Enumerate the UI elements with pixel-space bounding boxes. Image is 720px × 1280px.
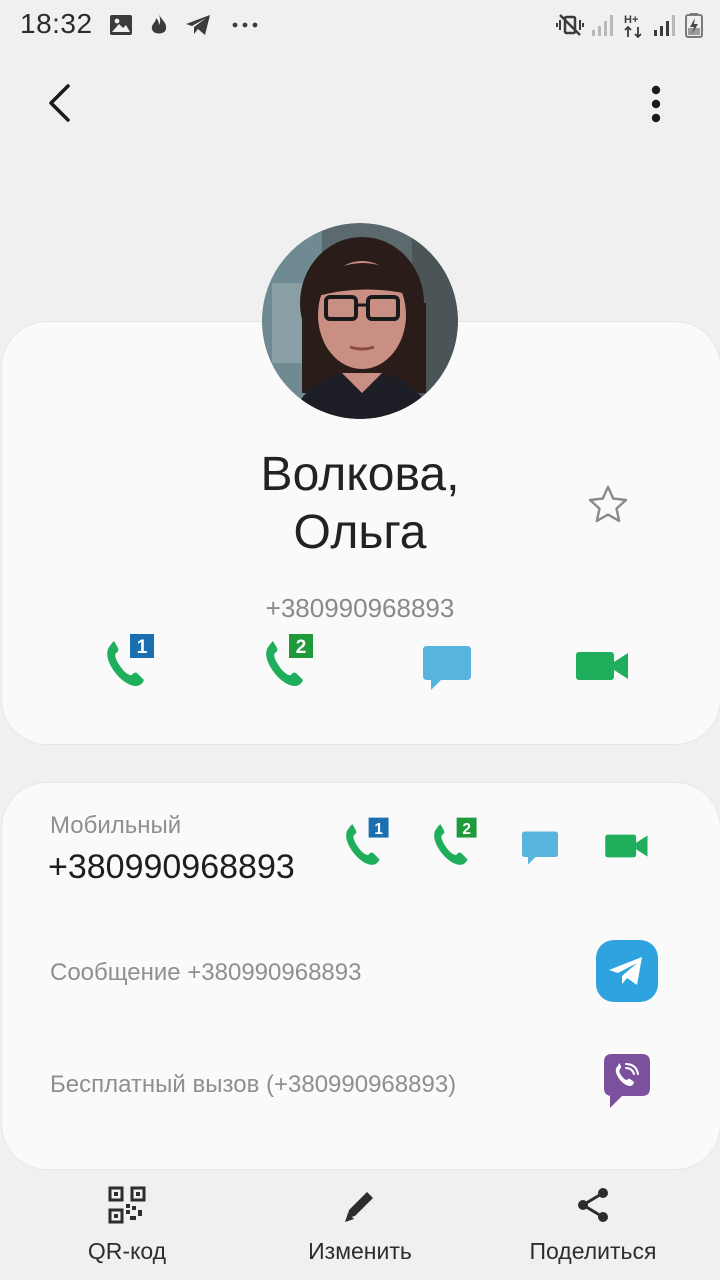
flame-icon — [151, 14, 167, 34]
more-dots-icon — [232, 22, 258, 28]
signal-icon — [592, 15, 613, 36]
contact-avatar[interactable] — [262, 223, 458, 419]
mobile-call-sim1-button[interactable]: 1 — [336, 814, 394, 872]
mobile-message-button[interactable] — [516, 824, 564, 872]
signal-icon — [654, 15, 675, 36]
viber-call-row[interactable]: Бесплатный вызов (+380990968893) — [50, 1071, 456, 1099]
edit-button[interactable]: Изменить — [260, 1178, 460, 1278]
share-label: Поделиться — [529, 1238, 657, 1264]
share-button[interactable]: Поделиться — [493, 1178, 693, 1278]
call-sim1-button[interactable]: 1 — [96, 630, 160, 694]
svg-text:H+: H+ — [624, 14, 638, 26]
favorite-star-button[interactable] — [586, 483, 630, 527]
mobile-number[interactable]: +380990968893 — [48, 848, 295, 887]
qr-code-label: QR-код — [87, 1238, 167, 1264]
share-icon — [578, 1188, 608, 1222]
status-time: 18:32 — [20, 8, 93, 39]
sim1-badge: 1 — [137, 637, 148, 658]
qr-code-button[interactable]: QR-код — [27, 1178, 227, 1278]
battery-charging-icon — [685, 13, 703, 38]
telegram-icon — [186, 15, 210, 35]
mute-vibrate-icon — [556, 14, 584, 36]
edit-label: Изменить — [308, 1238, 412, 1264]
contact-name: Волкова, Ольга — [180, 446, 540, 562]
contact-phone-number: +380990968893 — [265, 593, 455, 623]
video-call-button[interactable] — [572, 634, 636, 698]
sim2-badge: 2 — [462, 821, 471, 838]
sim1-badge: 1 — [374, 821, 383, 838]
back-button[interactable] — [38, 78, 84, 128]
call-sim2-button[interactable]: 2 — [255, 630, 319, 694]
message-button[interactable] — [415, 636, 479, 700]
viber-app-icon[interactable] — [598, 1052, 656, 1116]
telegram-app-icon[interactable] — [596, 940, 658, 1002]
mobile-call-sim2-button[interactable]: 2 — [424, 814, 482, 872]
sim2-badge: 2 — [296, 637, 307, 658]
contact-last-name: Волкова, — [260, 448, 460, 501]
gallery-icon — [110, 15, 132, 35]
mobile-label: Мобильный — [50, 812, 182, 839]
qr-code-icon — [108, 1186, 146, 1224]
more-options-button[interactable] — [636, 80, 676, 128]
pencil-icon — [345, 1192, 373, 1222]
telegram-message-row[interactable]: Сообщение +380990968893 — [50, 959, 361, 987]
hplus-data-icon: H+ — [624, 14, 642, 38]
contact-first-name: Ольга — [293, 506, 427, 559]
mobile-video-call-button[interactable] — [602, 820, 654, 872]
